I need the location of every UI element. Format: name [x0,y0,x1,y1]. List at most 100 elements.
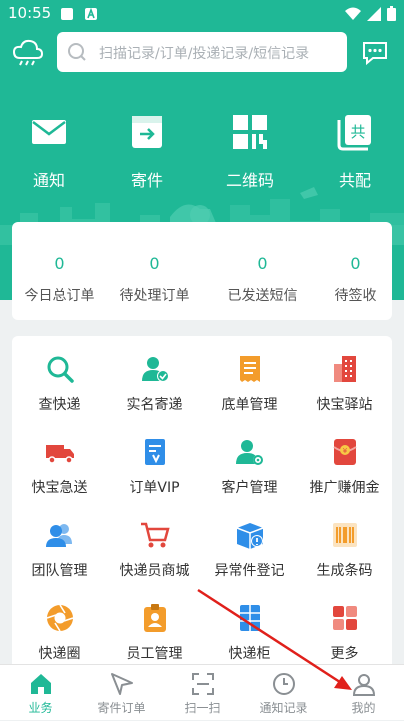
svg-text:¥: ¥ [342,447,347,455]
stat-label: 已发送短信 [227,288,298,304]
stat-awaiting-signature[interactable]: 0 待签收 [308,222,403,320]
service-promotion-commission[interactable]: ¥ 推广赚佣金 [297,419,392,501]
battery-icon [387,6,396,21]
user-icon [352,674,375,696]
truck-icon [45,445,74,464]
qrcode-icon [233,115,267,149]
quick-action-shared[interactable]: 共 共配 [310,112,400,192]
service-order-vip[interactable]: 订单VIP [107,419,202,501]
verified-user-icon [141,357,169,382]
home-icon [30,674,51,694]
scan-icon [191,673,214,695]
send-icon [110,673,133,695]
service-express-delivery[interactable]: 快宝急送 [12,419,107,501]
app-a-icon [85,7,97,20]
tab-mine[interactable]: 我的 [323,665,404,721]
stat-label: 今日总订单 [24,288,95,304]
service-real-name-send[interactable]: 实名寄递 [107,336,202,418]
service-label: 客户管理 [221,480,278,496]
status-time: 10:55 [8,4,52,22]
tab-label: 扫一扫 [184,701,221,715]
service-express-locker[interactable]: 快递柜 [202,585,297,667]
service-more[interactable]: 更多 [297,585,392,667]
service-label: 实名寄递 [126,397,183,413]
stat-label: 待处理订单 [119,288,190,304]
aperture-icon [46,604,73,632]
service-grid: 查快递 实名寄递 底单管理 快宝驿站 快宝急送 订单VIP 客户管理 ¥ 推广赚… [12,336,392,676]
service-express-circle[interactable]: 快递圈 [12,585,107,667]
service-label: 订单VIP [129,480,180,496]
service-customer-management[interactable]: 客户管理 [202,419,297,501]
service-receipt-management[interactable]: 底单管理 [202,336,297,418]
service-label: 生成条码 [316,563,373,579]
quick-action-qrcode[interactable]: 二维码 [205,112,295,192]
tab-label: 业务 [28,701,53,715]
service-kuaibao-station[interactable]: 快宝驿站 [297,336,392,418]
quick-action-send[interactable]: 寄件 [102,112,192,192]
search-placeholder: 扫描记录/订单/投递记录/短信记录 [99,46,310,62]
service-label: 异常件登记 [214,563,285,579]
tab-send-orders[interactable]: 寄件订单 [81,665,162,721]
search-icon [68,43,86,61]
tab-notification-records[interactable]: 通知记录 [243,665,324,721]
stat-today-orders[interactable]: 0 今日总订单 [12,222,107,320]
service-label: 员工管理 [126,646,183,662]
box-icon [132,116,162,148]
service-label: 团队管理 [31,563,88,579]
quick-action-notify[interactable]: 通知 [4,112,94,192]
service-staff-management[interactable]: 员工管理 [107,585,202,667]
receipt-icon [239,356,260,382]
stat-value: 0 [54,254,65,273]
service-generate-barcode[interactable]: 生成条码 [297,502,392,584]
service-label: 快宝驿站 [316,397,373,413]
service-label: 快宝急送 [31,480,88,496]
weather-cloud-icon[interactable] [12,38,44,68]
quick-action-label: 二维码 [225,171,274,190]
stat-sent-sms[interactable]: 0 已发送短信 [215,222,310,320]
badge-icon [143,604,166,632]
stats-card: 0 今日总订单 0 待处理订单 0 已发送短信 0 待签收 [12,222,392,320]
cart-icon [140,522,170,548]
customer-icon [235,440,263,465]
search-icon [47,356,74,383]
tab-label: 通知记录 [259,701,308,715]
team-icon [45,524,72,547]
service-label: 更多 [330,646,359,662]
mail-icon [32,120,66,144]
search-input[interactable]: 扫描记录/订单/投递记录/短信记录 [57,32,347,72]
wifi-icon [345,7,361,20]
signal-icon [367,6,381,21]
clock-icon [272,673,295,695]
service-label: 快递员商城 [119,563,190,579]
service-label: 快递圈 [38,646,81,662]
exception-package-icon [236,523,263,549]
service-exception-register[interactable]: 异常件登记 [202,502,297,584]
notification-square-icon [61,8,73,20]
quick-action-label: 通知 [32,171,65,190]
tab-label: 寄件订单 [97,701,146,715]
stat-value: 0 [350,254,361,273]
stat-pending-orders[interactable]: 0 待处理订单 [107,222,202,320]
service-label: 查快递 [38,397,81,413]
message-icon[interactable] [361,40,389,66]
tab-scan[interactable]: 扫一扫 [162,665,243,721]
service-courier-mall[interactable]: 快递员商城 [107,502,202,584]
service-track-express[interactable]: 查快递 [12,336,107,418]
tab-business[interactable]: 业务 [0,665,81,721]
stat-value: 0 [149,254,160,273]
red-envelope-icon: ¥ [332,439,357,465]
quick-action-label: 寄件 [130,171,163,190]
service-label: 推广赚佣金 [309,480,380,496]
locker-icon [239,605,260,631]
quick-action-label: 共配 [338,171,371,190]
svg-text:共: 共 [350,123,365,141]
stat-value: 0 [257,254,268,273]
status-bar: 10:55 [0,0,404,28]
top-bar: 扫描记录/订单/投递记录/短信记录 [0,30,404,76]
service-label: 底单管理 [221,397,278,413]
building-icon [333,356,356,382]
tab-label: 我的 [351,701,376,715]
shared-delivery-icon: 共 [337,115,371,151]
service-team-management[interactable]: 团队管理 [12,502,107,584]
service-label: 快递柜 [228,646,271,662]
